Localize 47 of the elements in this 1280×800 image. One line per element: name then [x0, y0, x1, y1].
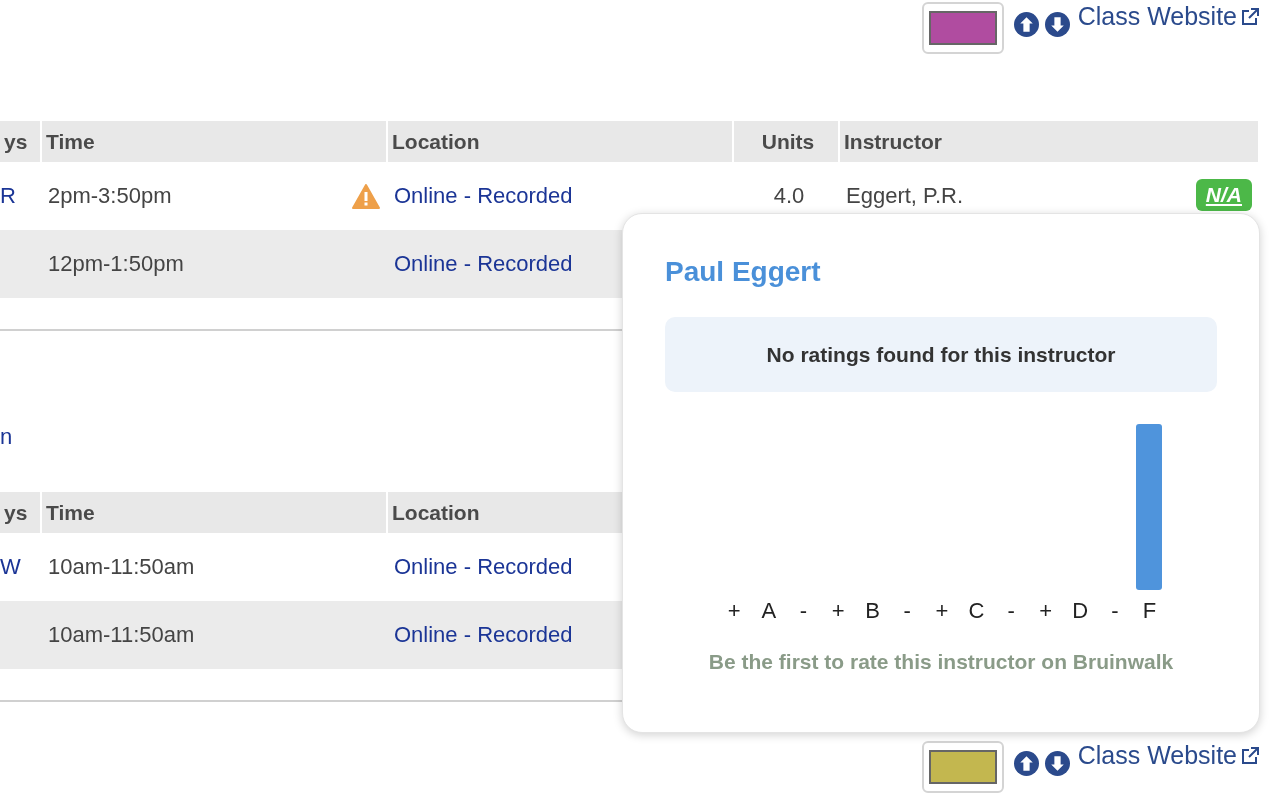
column-header: Location	[388, 121, 732, 162]
instructor-name: Eggert, P.R.	[846, 183, 963, 209]
column-header: Time	[42, 492, 386, 533]
time-text: 10am-11:50am	[48, 554, 195, 580]
grade-label: -	[1007, 598, 1015, 624]
arrow-up-icon[interactable]	[1013, 751, 1039, 776]
column-header: Time	[42, 121, 386, 162]
days-link[interactable]: W	[0, 554, 21, 580]
location-link[interactable]: Online - Recorded	[394, 554, 573, 580]
rate-prompt: Be the first to rate this instructor on Bruinwalk	[707, 650, 1175, 674]
warning-icon	[352, 183, 380, 209]
section-link[interactable]: n	[0, 423, 13, 450]
grade-label: F	[1142, 598, 1157, 624]
grade-label: A	[761, 598, 777, 624]
external-link-icon	[1240, 6, 1260, 27]
grade-label: -	[1111, 598, 1119, 624]
grade-label: -	[903, 598, 911, 624]
column-header: Instructor	[840, 121, 1258, 162]
class-website-link[interactable]: Class Website	[1077, 741, 1260, 770]
location-link[interactable]: Online - Recorded	[394, 183, 573, 209]
grade-label: +	[727, 598, 741, 624]
location-link[interactable]: Online - Recorded	[394, 251, 573, 277]
grade-label: +	[831, 598, 845, 624]
color-swatch-button[interactable]	[921, 741, 1004, 793]
days-link[interactable]: R	[0, 183, 16, 209]
time-text: 2pm-3:50pm	[48, 183, 172, 209]
instructor-title: Paul Eggert	[665, 256, 822, 289]
external-link-icon	[1240, 745, 1260, 766]
column-header: ys	[0, 121, 40, 162]
arrow-down-icon[interactable]	[1044, 12, 1070, 37]
class-website-link[interactable]: Class Website	[1077, 2, 1260, 31]
grade-label: -	[799, 598, 808, 624]
location-link[interactable]: Online - Recorded	[394, 622, 573, 648]
time-text: 10am-11:50am	[48, 622, 195, 648]
arrow-up-icon[interactable]	[1013, 12, 1039, 37]
grade-label: +	[1039, 598, 1053, 624]
column-header: ys	[0, 492, 40, 533]
ratings-notice: No ratings found for this instructor	[665, 317, 1217, 392]
time-text: 12pm-1:50pm	[48, 251, 184, 277]
arrow-down-icon[interactable]	[1044, 751, 1070, 776]
grade-label: C	[968, 598, 985, 624]
grade-label: +	[935, 598, 949, 624]
column-header: Units	[734, 121, 838, 162]
units-text: 4.0	[773, 183, 805, 209]
grade-label: D	[1072, 598, 1089, 624]
color-swatch-button[interactable]	[921, 2, 1004, 54]
grade-label: B	[865, 598, 880, 624]
